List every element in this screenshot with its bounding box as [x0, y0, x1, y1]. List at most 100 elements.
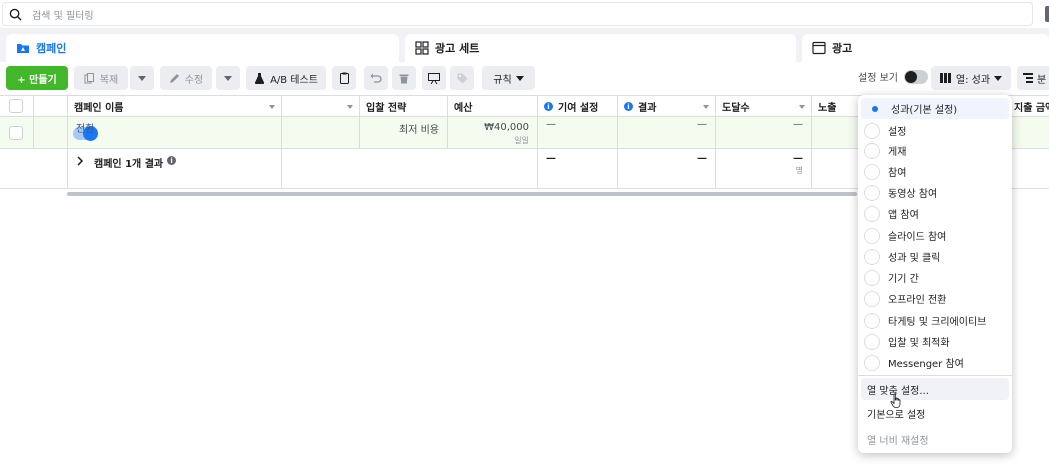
duplicate-dropdown-button[interactable]: [130, 66, 154, 90]
rules-button[interactable]: 규칙: [482, 66, 535, 90]
column-preset-label: 설정: [888, 127, 907, 138]
column-preset-label: 오프라인 전환: [888, 295, 947, 306]
info-icon[interactable]: i: [624, 102, 633, 111]
tag-button[interactable]: [450, 66, 474, 90]
column-preset-video-engagement[interactable]: 동영상 참여: [858, 182, 1012, 203]
row-attribution-cell: —: [538, 117, 618, 148]
level-tabs: 캠페인 광고 세트 광고: [0, 28, 1049, 62]
column-preset-label: 타게팅 및 크리에이티브: [888, 317, 987, 328]
horizontal-scrollbar[interactable]: [67, 192, 857, 196]
view-settings-switch[interactable]: [903, 69, 928, 84]
info-icon[interactable]: i: [544, 102, 553, 111]
undo-button[interactable]: [364, 66, 388, 90]
search-placeholder: 검색 및 필터링: [32, 10, 94, 22]
chevron-down-icon: [224, 75, 232, 81]
tag-icon: [457, 73, 467, 83]
customize-columns-item[interactable]: 열 맞춤 설정...: [861, 378, 1009, 400]
clipboard-button[interactable]: [332, 66, 356, 90]
ab-test-button[interactable]: A/B 테스트: [246, 66, 326, 90]
radio-selected: [867, 101, 883, 117]
row-checkbox[interactable]: [9, 126, 23, 140]
summary-blank-cell: [0, 149, 34, 188]
column-preset-offline-conversions[interactable]: 오프라인 전환: [858, 288, 1012, 309]
header-results[interactable]: i 결과: [618, 96, 716, 117]
summary-label: 캠페인 1개 결과: [94, 159, 164, 170]
radio: [864, 354, 880, 371]
column-preset-label: 성과 및 클릭: [888, 253, 941, 264]
view-settings-label: 설정 보기: [858, 73, 898, 84]
select-all-checkbox[interactable]: [9, 99, 23, 113]
pencil-icon: [169, 73, 179, 83]
edit-button[interactable]: 수정: [160, 66, 212, 90]
delete-button[interactable]: [392, 66, 416, 90]
search-input[interactable]: 검색 및 필터링: [2, 2, 1033, 26]
header-reach-label: 도달수: [722, 103, 750, 114]
columns-button[interactable]: 열: 성과: [931, 66, 1011, 90]
column-preset-messenger-engagement[interactable]: Messenger 참여: [858, 352, 1012, 373]
create-button[interactable]: + 만들기: [6, 66, 68, 90]
header-delivery[interactable]: [282, 96, 360, 117]
campaign-name-link[interactable]: 전환: [76, 124, 94, 135]
radio: [864, 227, 880, 244]
column-preset-carousel-engagement[interactable]: 슬라이드 참여: [858, 225, 1012, 246]
summary-reach-cell: — 명: [716, 149, 812, 188]
summary-label-cell[interactable]: 캠페인 1개 결과 i: [68, 149, 282, 188]
chevron-down-icon: [515, 75, 524, 81]
rules-label: 규칙: [493, 74, 512, 86]
column-preset-performance[interactable]: 성과(기본 설정): [861, 98, 1009, 119]
header-budget-label: 예산: [454, 103, 473, 114]
summary-reach-unit: 명: [795, 166, 803, 175]
header-bid-strategy-label: 입찰 전략: [366, 103, 407, 114]
header-bid-strategy[interactable]: 입찰 전략: [360, 96, 448, 117]
menu-divider: [858, 375, 1012, 376]
reset-column-widths-item[interactable]: 열 너비 재설정: [861, 428, 1009, 450]
flask-icon: [254, 73, 265, 84]
header-attribution[interactable]: i 기여 설정: [538, 96, 618, 117]
radio: [864, 205, 880, 222]
column-preset-delivery[interactable]: 게재: [858, 140, 1012, 161]
column-preset-label: 슬라이드 참여: [888, 232, 947, 243]
breakdown-button[interactable]: 분: [1017, 66, 1049, 90]
chevron-down-icon: [994, 75, 1003, 81]
column-preset-label: 앱 참여: [888, 210, 919, 221]
view-settings-toggle[interactable]: 설정 보기: [858, 69, 928, 84]
radio: [864, 312, 880, 329]
search-edge-button[interactable]: [1045, 6, 1049, 22]
row-name-cell: 전환: [68, 117, 282, 148]
edit-dropdown-button[interactable]: [216, 66, 240, 90]
summary-results: —: [697, 153, 707, 164]
radio: [864, 269, 880, 286]
chevron-right-icon[interactable]: [76, 156, 84, 166]
tab-ads[interactable]: 광고: [802, 34, 1049, 62]
column-preset-cross-device[interactable]: 기기 간: [858, 267, 1012, 288]
column-preset-app-engagement[interactable]: 앱 참여: [858, 203, 1012, 224]
row-budget-period: 일일: [514, 136, 529, 145]
preview-button[interactable]: [422, 66, 446, 90]
tab-ad-sets[interactable]: 광고 세트: [405, 34, 796, 62]
duplicate-button[interactable]: 복제: [74, 66, 128, 90]
header-budget[interactable]: 예산: [448, 96, 538, 117]
row-budget-cell: ₩40,000 일일: [448, 117, 538, 148]
header-impressions-label: 노출: [818, 103, 837, 114]
edit-label: 수정: [184, 74, 204, 86]
radio: [864, 122, 880, 139]
column-preset-performance-clicks[interactable]: 성과 및 클릭: [858, 246, 1012, 267]
row-attribution: —: [546, 119, 556, 130]
ad-window-icon: [812, 41, 826, 55]
row-budget: ₩40,000: [484, 122, 529, 133]
tab-campaigns[interactable]: 캠페인: [6, 34, 399, 62]
info-icon[interactable]: i: [167, 156, 177, 165]
undo-icon: [370, 73, 382, 83]
header-campaign-name[interactable]: 캠페인 이름: [68, 96, 282, 117]
set-as-default-item[interactable]: 기본으로 설정: [861, 402, 1009, 424]
radio: [864, 142, 880, 159]
sort-caret-icon: [269, 105, 275, 109]
column-preset-engagement[interactable]: 참여: [858, 161, 1012, 182]
column-preset-targeting-creative[interactable]: 타게팅 및 크리에이티브: [858, 310, 1012, 331]
header-attribution-label: 기여 설정: [558, 103, 599, 114]
column-preset-bidding-optimization[interactable]: 입찰 및 최적화: [858, 331, 1012, 352]
column-preset-label: 입찰 및 최적화: [888, 338, 950, 349]
header-reach[interactable]: 도달수: [716, 96, 812, 117]
column-preset-setup[interactable]: 설정: [858, 120, 1012, 141]
header-spend[interactable]: 지출 금액: [1008, 96, 1049, 117]
